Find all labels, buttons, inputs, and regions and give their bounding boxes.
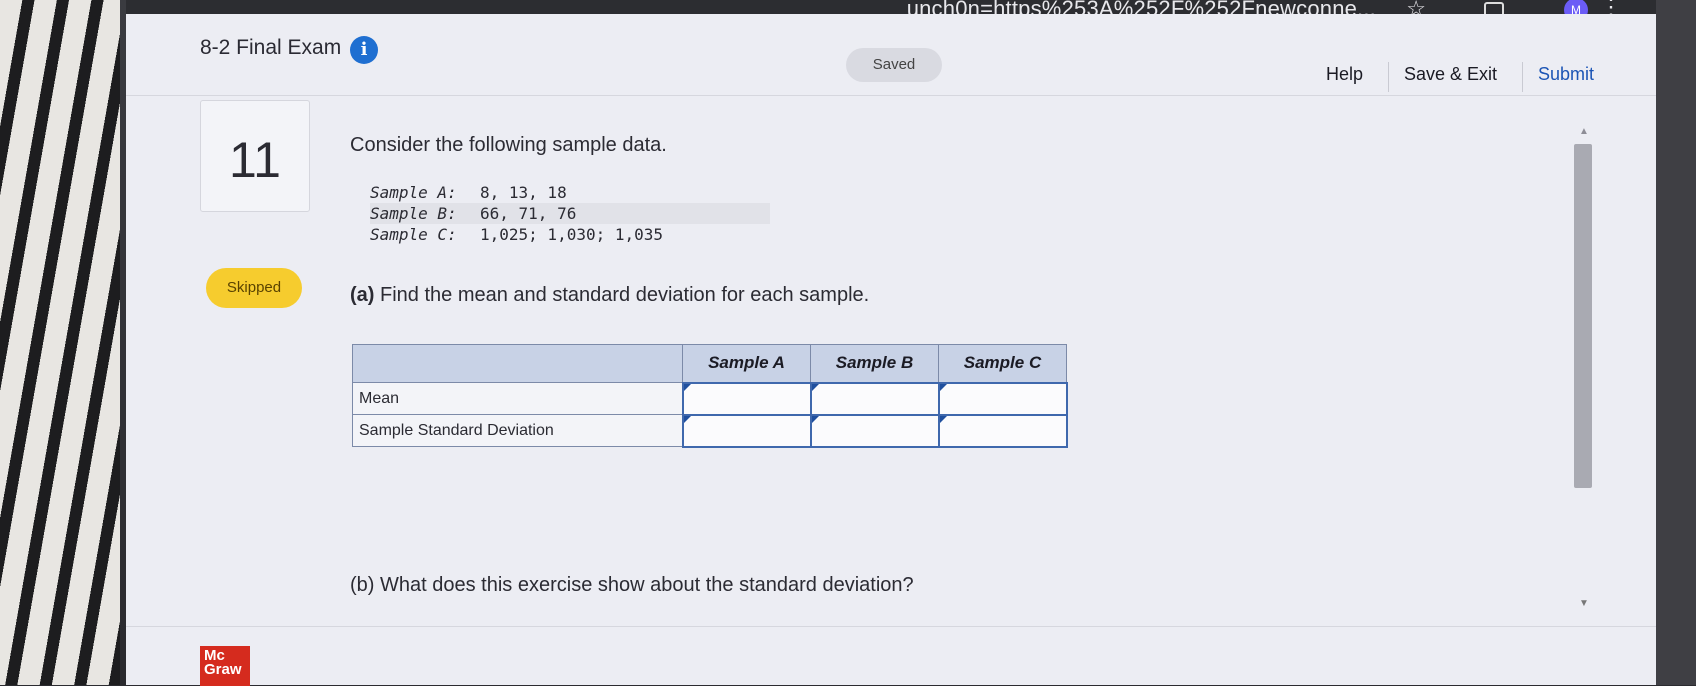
part-a-prefix: (a) — [350, 284, 375, 306]
table-row: Mean — [352, 381, 1068, 416]
monitor-bezel — [1656, 0, 1696, 685]
column-header: Sample A — [682, 344, 811, 383]
vertical-scrollbar[interactable]: ▲ ▼ — [1570, 126, 1596, 616]
sd-sample-b-input[interactable] — [809, 413, 940, 448]
sample-label: Sample C: — [370, 225, 457, 244]
scroll-up-icon[interactable]: ▲ — [1579, 126, 1589, 137]
sample-values: 1,025; 1,030; 1,035 — [480, 225, 664, 244]
answer-table-header: Sample A Sample B Sample C — [352, 344, 1067, 383]
sample-row: Sample A: 8, 13, 18 — [370, 182, 770, 203]
question-prompt: Consider the following sample data. — [350, 134, 667, 156]
question-number-card: 11 — [200, 100, 310, 212]
answer-table: Sample A Sample B Sample C Mean Sample S… — [352, 344, 1068, 448]
input-marker-icon — [939, 383, 947, 391]
column-header: Sample B — [810, 344, 939, 383]
sd-sample-c-input[interactable] — [937, 413, 1068, 448]
save-exit-button[interactable]: Save & Exit — [1404, 64, 1497, 85]
exam-title: 8-2 Final Exam — [200, 36, 342, 59]
table-row: Sample Standard Deviation — [352, 413, 1068, 448]
answer-input[interactable] — [811, 383, 938, 414]
footer-divider — [126, 626, 1656, 627]
background-fabric — [0, 0, 120, 685]
sample-row: Sample C: 1,025; 1,030; 1,035 — [370, 224, 770, 245]
exam-header: 8-2 Final Exam i Saved Help Save & Exit … — [126, 14, 1656, 96]
mean-sample-b-input[interactable] — [809, 381, 940, 416]
question-number: 11 — [229, 132, 281, 188]
sample-label: Sample A: — [370, 183, 457, 202]
sd-sample-a-input[interactable] — [681, 413, 812, 448]
scrollbar-thumb[interactable] — [1574, 144, 1592, 488]
saved-status-badge: Saved — [846, 48, 942, 82]
row-label: Mean — [352, 382, 683, 415]
mcgraw-hill-logo: Mc Graw — [200, 646, 250, 686]
input-marker-icon — [683, 383, 691, 391]
sample-row: Sample B: 66, 71, 76 — [370, 203, 770, 224]
mean-sample-a-input[interactable] — [681, 381, 812, 416]
sample-values: 66, 71, 76 — [480, 204, 577, 223]
scroll-down-icon[interactable]: ▼ — [1579, 598, 1589, 609]
answer-input[interactable] — [939, 415, 1066, 446]
mean-sample-c-input[interactable] — [937, 381, 1068, 416]
input-marker-icon — [683, 415, 691, 423]
input-marker-icon — [811, 415, 819, 423]
nav-divider — [1388, 62, 1389, 92]
sample-data-block: Sample A: 8, 13, 18 Sample B: 66, 71, 76 S… — [370, 182, 770, 245]
header-blank-cell — [352, 344, 683, 383]
answer-input[interactable] — [811, 415, 938, 446]
answer-input[interactable] — [683, 415, 810, 446]
column-header: Sample C — [938, 344, 1067, 383]
part-b-question: (b) What does this exercise show about t… — [350, 574, 914, 596]
input-marker-icon — [939, 415, 947, 423]
info-icon[interactable]: i — [350, 36, 378, 64]
answer-input[interactable] — [939, 383, 1066, 414]
input-marker-icon — [811, 383, 819, 391]
submit-button[interactable]: Submit — [1538, 64, 1594, 85]
row-label: Sample Standard Deviation — [352, 414, 683, 447]
part-a-question: (a) Find the mean and standard deviation… — [350, 284, 869, 307]
sample-values: 8, 13, 18 — [480, 183, 567, 202]
exam-page: 8-2 Final Exam i Saved Help Save & Exit … — [126, 14, 1656, 686]
skipped-status-badge[interactable]: Skipped — [206, 268, 302, 308]
nav-divider — [1522, 62, 1523, 92]
answer-input[interactable] — [683, 383, 810, 414]
help-button[interactable]: Help — [1326, 64, 1363, 85]
sample-label: Sample B: — [370, 204, 457, 223]
part-a-text: Find the mean and standard deviation for… — [380, 284, 870, 306]
